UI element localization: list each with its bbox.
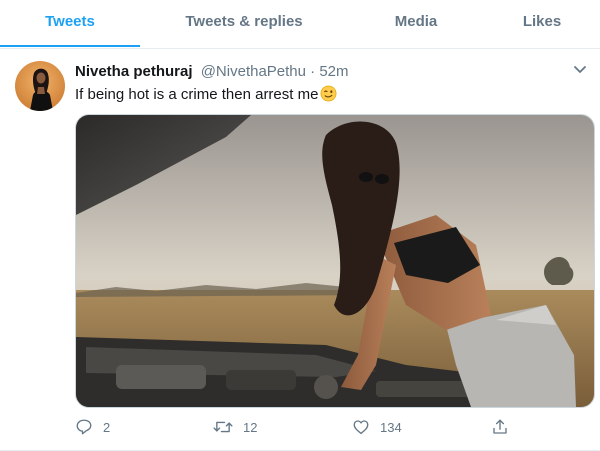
tweet-header: Nivetha pethuraj @NivethaPethu · 52m xyxy=(75,62,349,82)
author-name[interactable]: Nivetha pethuraj xyxy=(75,63,193,80)
photo-woman-leaning-over-car-engine-icon xyxy=(76,115,594,407)
tweet[interactable]: Nivetha pethuraj @NivethaPethu · 52m If … xyxy=(0,49,600,451)
avatar[interactable] xyxy=(15,61,65,111)
retweet-icon xyxy=(213,418,233,436)
tab-media[interactable]: Media xyxy=(348,0,484,46)
author-handle[interactable]: @NivethaPethu xyxy=(201,63,306,80)
tab-likes[interactable]: Likes xyxy=(484,0,600,46)
separator-dot: · xyxy=(310,63,316,80)
tweet-timestamp[interactable]: 52m xyxy=(319,63,348,80)
like-button[interactable]: 134 xyxy=(352,415,402,439)
tweet-text: If being hot is a crime then arrest me xyxy=(75,86,319,103)
share-icon xyxy=(491,418,509,436)
reply-button[interactable]: 2 xyxy=(75,415,110,439)
reply-icon xyxy=(75,418,93,436)
retweet-count: 12 xyxy=(243,419,258,435)
retweet-button[interactable]: 12 xyxy=(213,415,257,439)
tab-tweets-and-replies[interactable]: Tweets & replies xyxy=(140,0,348,46)
active-tab-indicator xyxy=(0,45,140,47)
reply-count: 2 xyxy=(103,419,111,435)
heart-icon xyxy=(352,418,370,436)
tab-tweets[interactable]: Tweets xyxy=(0,0,140,46)
winking-face-emoji-icon xyxy=(320,85,337,108)
tweet-photo[interactable] xyxy=(75,114,595,408)
share-button[interactable] xyxy=(491,415,509,439)
tweet-actions: 2 12 134 xyxy=(75,415,525,439)
tweet-text-line: If being hot is a crime then arrest me xyxy=(75,85,337,108)
profile-tabs: Tweets Tweets & replies Media Likes xyxy=(0,0,600,49)
like-count: 134 xyxy=(380,419,402,435)
chevron-down-icon[interactable] xyxy=(572,61,588,77)
